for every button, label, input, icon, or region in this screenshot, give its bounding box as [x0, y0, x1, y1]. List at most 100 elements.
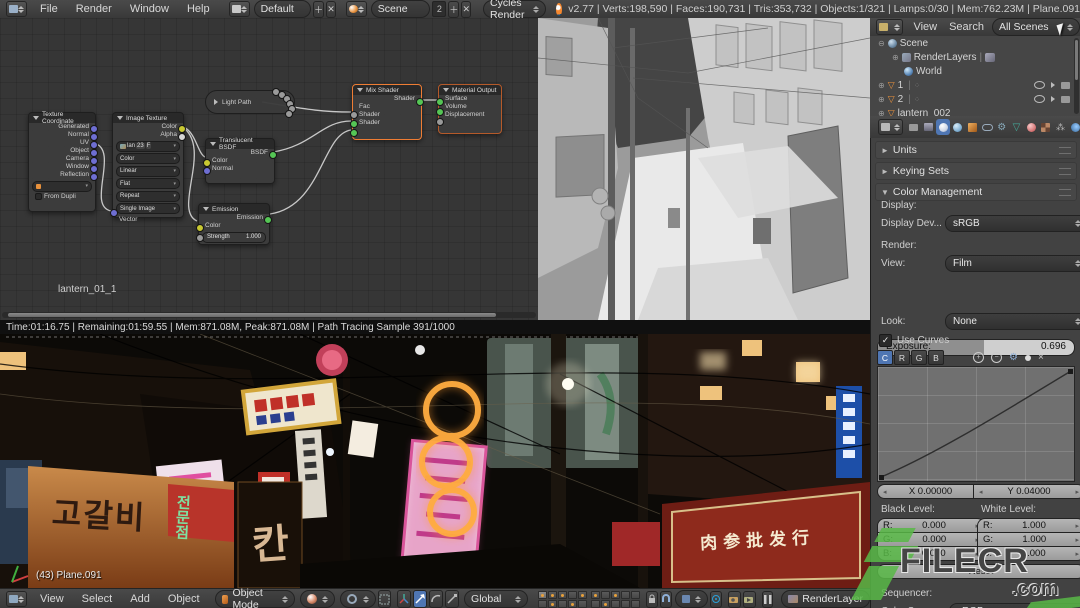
node-editor-hscrollbar[interactable]: [2, 312, 536, 318]
white-g-field[interactable]: G: 1.000 ▸: [977, 532, 1080, 547]
collapse-icon[interactable]: [210, 142, 216, 146]
outliner-row-world[interactable]: World: [870, 64, 1080, 78]
menu-file[interactable]: File: [31, 3, 67, 15]
output-socket[interactable]: [90, 165, 98, 173]
panel-units[interactable]: ► Units: [875, 141, 1077, 159]
outliner-editor-selector[interactable]: [876, 19, 904, 35]
render-engine-selector[interactable]: Cycles Render: [483, 0, 546, 21]
render-opengl-anim-button[interactable]: [742, 590, 756, 608]
outliner-tree[interactable]: ⊖ Scene ⊕ RenderLayers | World ⊕ ▽ 1 |⁘: [870, 36, 1080, 116]
solid-viewport[interactable]: [538, 18, 871, 320]
outliner-scrollbar[interactable]: [1074, 38, 1079, 114]
manipulator-axis-toggle[interactable]: [397, 590, 412, 608]
channel-b-button[interactable]: B: [928, 350, 944, 365]
black-b-field[interactable]: B:0.000▸: [877, 546, 985, 561]
panel-grip[interactable]: [1059, 167, 1071, 175]
output-socket[interactable]: [178, 125, 186, 133]
output-socket[interactable]: [90, 173, 98, 181]
pivot-point-selector[interactable]: [340, 590, 377, 608]
viewport-shading-selector[interactable]: [299, 590, 336, 608]
rendered-viewport[interactable]: 고갈비 전문점 칸 肉参批发行 (43) Plane.091: [0, 334, 870, 588]
scene-tab-icon[interactable]: [936, 119, 950, 135]
curve-editor[interactable]: [877, 366, 1075, 482]
sequencer-color-space-selector[interactable]: sRGB: [949, 603, 1080, 608]
render-tab-icon[interactable]: [907, 119, 921, 135]
expand-icon[interactable]: [214, 99, 218, 105]
black-r-field[interactable]: R:0.000▸: [877, 518, 985, 533]
expand-icon[interactable]: ⊕: [878, 109, 885, 117]
modifiers-tab-icon[interactable]: ⚙: [995, 119, 1009, 135]
panel-keying-sets[interactable]: ► Keying Sets: [875, 162, 1077, 180]
menu-render[interactable]: Render: [67, 3, 121, 15]
input-socket[interactable]: [196, 224, 204, 232]
output-socket[interactable]: [285, 110, 293, 118]
input-socket[interactable]: [203, 159, 211, 167]
layer-buttons-right[interactable]: [590, 590, 640, 608]
channel-r-button[interactable]: R: [894, 350, 910, 365]
node-translucent-bsdf[interactable]: Translucent BSDF BSDF Color Normal: [203, 137, 277, 184]
delete-scene-button[interactable]: ✕: [461, 0, 472, 18]
pause-render-toggle[interactable]: [761, 590, 774, 608]
render-layers-tab-icon[interactable]: [922, 119, 936, 135]
node-material-output[interactable]: Material Output Surface Volume Displacem…: [436, 84, 502, 134]
collapse-icon[interactable]: [443, 88, 449, 92]
world-tab-icon[interactable]: [951, 119, 965, 135]
input-socket[interactable]: [196, 234, 204, 242]
panel-grip[interactable]: [1059, 146, 1071, 154]
source-option[interactable]: Single Image: [116, 203, 180, 214]
add-layout-button[interactable]: ＋: [313, 0, 325, 18]
strength-field[interactable]: Strength 1.000: [202, 231, 266, 243]
outliner-row-object-2[interactable]: ⊕ ▽ 2 | ⁘: [870, 92, 1080, 106]
scene-selector[interactable]: Scene: [370, 0, 431, 18]
image-datablock-field[interactable]: lan 23 F: [116, 140, 180, 152]
menu-view[interactable]: View: [31, 593, 73, 605]
collapse-icon[interactable]: [33, 116, 39, 120]
interpolation-option[interactable]: Linear: [116, 165, 180, 177]
from-dupli-checkbox[interactable]: [35, 193, 42, 200]
white-b-field[interactable]: B: 1.000 ▸: [977, 546, 1080, 561]
collapse-icon[interactable]: [357, 88, 363, 92]
input-socket[interactable]: [436, 98, 444, 106]
look-selector[interactable]: None: [945, 313, 1080, 330]
mode-selector[interactable]: Object Mode: [214, 587, 295, 608]
render-camera-icon[interactable]: [1061, 81, 1070, 89]
input-socket[interactable]: [110, 209, 118, 217]
input-socket[interactable]: [350, 120, 358, 128]
output-socket[interactable]: [90, 141, 98, 149]
menu-select[interactable]: Select: [73, 593, 122, 605]
output-socket[interactable]: [90, 133, 98, 141]
fake-user-button[interactable]: F: [145, 143, 152, 149]
zoom-in-icon[interactable]: +: [973, 352, 984, 363]
reset-button[interactable]: Reset: [877, 564, 1080, 579]
proportional-edit-icon[interactable]: [709, 590, 722, 608]
clipping-icon[interactable]: [1024, 354, 1031, 361]
node-light-path[interactable]: Light Path: [205, 88, 296, 118]
input-socket[interactable]: [203, 167, 211, 175]
node-mix-shader[interactable]: Mix Shader Shader Fac Shader Shader: [350, 84, 424, 140]
scene-user-count[interactable]: 2: [432, 1, 447, 17]
channel-c-button[interactable]: C: [877, 350, 893, 365]
layer-buttons-left[interactable]: [537, 590, 587, 608]
outliner-row-object-3[interactable]: ⊕ ▽ lantern_002: [870, 106, 1080, 117]
properties-editor-selector[interactable]: [878, 119, 903, 135]
node-image-texture[interactable]: Image Texture Color Alpha lan 23 F Color…: [110, 112, 186, 223]
selectability-arrow-icon[interactable]: [1051, 82, 1055, 88]
input-socket[interactable]: [436, 108, 444, 116]
node-editor[interactable]: Texture Coordinate Generated Normal UV O…: [0, 18, 539, 320]
use-curves-checkbox[interactable]: ✓: [879, 334, 892, 347]
add-scene-button[interactable]: ＋: [448, 0, 460, 18]
outliner-row-object-1[interactable]: ⊕ ▽ 1 | ⁘: [870, 78, 1080, 92]
curve-tools-icon[interactable]: ⚙: [1009, 352, 1018, 363]
output-socket[interactable]: [178, 133, 186, 141]
snap-element-selector[interactable]: [674, 590, 708, 608]
view-transform-selector[interactable]: Film: [945, 255, 1080, 272]
black-g-field[interactable]: G:0.000▸: [877, 532, 985, 547]
collapse-icon[interactable]: [203, 207, 209, 211]
outliner-filter-selector[interactable]: All Scenes: [991, 18, 1080, 36]
lock-to-scene-icon[interactable]: [645, 590, 658, 608]
visibility-eye-icon[interactable]: [1034, 81, 1045, 89]
outliner-row-renderlayers[interactable]: ⊕ RenderLayers |: [870, 50, 1080, 64]
node-emission[interactable]: Emission Emission Color Strength 1.000: [196, 203, 272, 245]
render-layer-selector[interactable]: RenderLayer: [781, 590, 870, 608]
render-opengl-button[interactable]: [727, 590, 741, 608]
